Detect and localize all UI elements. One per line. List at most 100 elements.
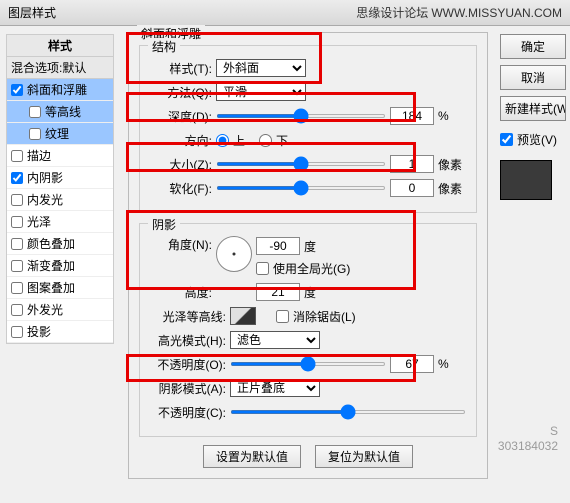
style-checkbox[interactable] <box>11 282 23 294</box>
size-unit: 像素 <box>438 156 466 173</box>
dir-up-radio[interactable] <box>216 134 229 147</box>
depth-slider[interactable] <box>216 114 386 118</box>
sidebar-item[interactable]: 斜面和浮雕 <box>7 79 113 101</box>
technique-label: 方法(Q): <box>150 84 212 101</box>
hopacity-row: 不透明度(O): % <box>150 354 466 374</box>
style-checkbox[interactable] <box>11 150 23 162</box>
dir-down-radio[interactable] <box>259 134 272 147</box>
altitude-input[interactable] <box>256 283 300 301</box>
angle-dial[interactable] <box>216 236 252 272</box>
soften-label: 软化(F): <box>150 180 212 197</box>
antialias-checkbox[interactable] <box>276 310 289 323</box>
style-item-label: 斜面和浮雕 <box>27 81 87 98</box>
soften-input[interactable] <box>390 179 434 197</box>
contour-picker[interactable] <box>230 307 256 325</box>
style-checkbox[interactable] <box>29 128 41 140</box>
style-item-label: 颜色叠加 <box>27 235 75 252</box>
make-default-button[interactable]: 设置为默认值 <box>203 445 301 468</box>
style-list: 斜面和浮雕等高线纹理描边内阴影内发光光泽颜色叠加渐变叠加图案叠加外发光投影 <box>6 79 114 344</box>
depth-input[interactable] <box>390 107 434 125</box>
angle-label: 角度(N): <box>150 236 212 253</box>
smode-label: 阴影模式(A): <box>150 380 226 397</box>
style-checkbox[interactable] <box>11 260 23 272</box>
technique-select[interactable]: 平滑 <box>216 83 306 101</box>
sopacity-label: 不透明度(C): <box>150 404 226 421</box>
size-slider[interactable] <box>216 162 386 166</box>
angle-unit: 度 <box>304 238 332 255</box>
contour-row: 光泽等高线: 消除锯齿(L) <box>150 306 466 326</box>
style-item-label: 描边 <box>27 147 51 164</box>
global-light-label: 使用全局光(G) <box>273 260 350 277</box>
style-checkbox[interactable] <box>11 216 23 228</box>
ok-button[interactable]: 确定 <box>500 34 566 59</box>
antialias-label: 消除锯齿(L) <box>293 308 356 325</box>
preview-checkbox[interactable] <box>500 133 513 146</box>
sidebar-item[interactable]: 光泽 <box>7 211 113 233</box>
sidebar-header: 样式 <box>6 34 114 57</box>
style-item-label: 内阴影 <box>27 169 63 186</box>
hmode-label: 高光模式(H): <box>150 332 226 349</box>
style-item-label: 渐变叠加 <box>27 257 75 274</box>
style-checkbox[interactable] <box>11 172 23 184</box>
style-select[interactable]: 外斜面 <box>216 59 306 77</box>
sidebar-item[interactable]: 图案叠加 <box>7 277 113 299</box>
hmode-select[interactable]: 滤色 <box>230 331 320 349</box>
style-item-label: 纹理 <box>45 125 69 142</box>
depth-row: 深度(D): % <box>150 106 466 126</box>
blend-options[interactable]: 混合选项:默认 <box>6 57 114 79</box>
direction-row: 方向: 上 下 <box>150 130 466 150</box>
style-item-label: 内发光 <box>27 191 63 208</box>
hopacity-label: 不透明度(O): <box>150 356 226 373</box>
contour-label: 光泽等高线: <box>150 308 226 325</box>
hopacity-unit: % <box>438 357 466 371</box>
style-checkbox[interactable] <box>11 194 23 206</box>
altitude-unit: 度 <box>304 284 332 301</box>
shading-fieldset: 阴影 角度(N): 度 使用全局光(G) <box>139 223 477 437</box>
global-light-checkbox[interactable] <box>256 262 269 275</box>
titlebar: 图层样式 思缘设计论坛 WWW.MISSYUAN.COM <box>0 0 570 26</box>
reset-default-button[interactable]: 复位为默认值 <box>315 445 413 468</box>
style-checkbox[interactable] <box>29 106 41 118</box>
style-checkbox[interactable] <box>11 326 23 338</box>
cancel-button[interactable]: 取消 <box>500 65 566 90</box>
size-label: 大小(Z): <box>150 156 212 173</box>
depth-label: 深度(D): <box>150 108 212 125</box>
technique-row: 方法(Q): 平滑 <box>150 82 466 102</box>
soften-slider[interactable] <box>216 186 386 190</box>
size-input[interactable] <box>390 155 434 173</box>
smode-select[interactable]: 正片叠底 <box>230 379 320 397</box>
hopacity-slider[interactable] <box>230 362 386 366</box>
style-sidebar: 样式 混合选项:默认 斜面和浮雕等高线纹理描边内阴影内发光光泽颜色叠加渐变叠加图… <box>0 26 120 503</box>
depth-unit: % <box>438 109 466 123</box>
sidebar-item[interactable]: 颜色叠加 <box>7 233 113 255</box>
sidebar-item[interactable]: 等高线 <box>7 101 113 123</box>
altitude-row: 高度: 度 <box>150 282 466 302</box>
bevel-fieldset: 斜面和浮雕 结构 样式(T): 外斜面 方法(Q): 平滑 深度(D): <box>128 32 488 479</box>
style-checkbox[interactable] <box>11 84 23 96</box>
sidebar-item[interactable]: 外发光 <box>7 299 113 321</box>
sidebar-item[interactable]: 纹理 <box>7 123 113 145</box>
sidebar-item[interactable]: 内发光 <box>7 189 113 211</box>
altitude-label: 高度: <box>150 284 212 301</box>
sopacity-slider[interactable] <box>230 410 466 414</box>
style-item-label: 图案叠加 <box>27 279 75 296</box>
sidebar-item[interactable]: 投影 <box>7 321 113 343</box>
angle-row: 角度(N): 度 使用全局光(G) <box>150 236 466 278</box>
style-item-label: 外发光 <box>27 301 63 318</box>
sidebar-item[interactable]: 内阴影 <box>7 167 113 189</box>
dialog-buttons: 确定 取消 新建样式(W 预览(V) <box>496 26 570 503</box>
hmode-row: 高光模式(H): 滤色 <box>150 330 466 350</box>
sidebar-item[interactable]: 渐变叠加 <box>7 255 113 277</box>
style-checkbox[interactable] <box>11 238 23 250</box>
sidebar-item[interactable]: 描边 <box>7 145 113 167</box>
angle-input[interactable] <box>256 237 300 255</box>
style-item-label: 光泽 <box>27 213 51 230</box>
new-style-button[interactable]: 新建样式(W <box>500 96 566 121</box>
structure-legend: 结构 <box>148 38 180 55</box>
soften-row: 软化(F): 像素 <box>150 178 466 198</box>
hopacity-input[interactable] <box>390 355 434 373</box>
preview-label: 预览(V) <box>517 131 557 148</box>
preview-swatch <box>500 160 552 200</box>
style-checkbox[interactable] <box>11 304 23 316</box>
style-item-label: 等高线 <box>45 103 81 120</box>
